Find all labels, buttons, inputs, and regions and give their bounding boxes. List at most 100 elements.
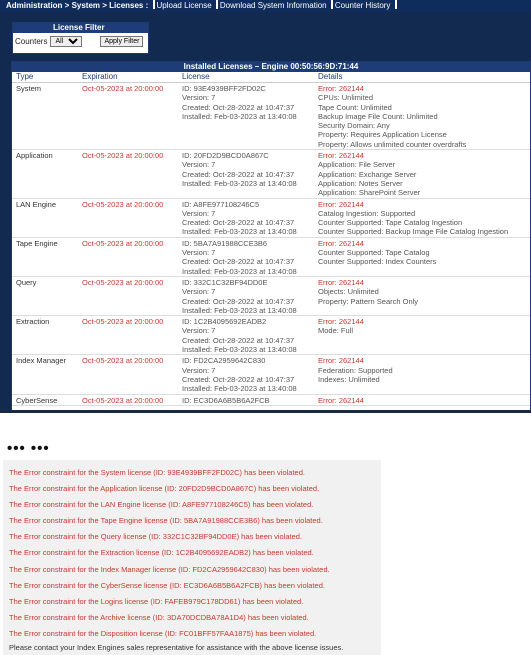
license-detail-line: Objects: Unlimited [318, 287, 379, 297]
license-expiration: Oct-05-2023 at 20:00:00 [82, 277, 164, 287]
license-info-line: Version: 7 [182, 287, 216, 297]
license-row: Tape Engine Oct-05-2023 at 20:00:00 ID: 5B… [12, 238, 530, 277]
license-info-line: Version: 7 [182, 208, 216, 218]
license-row: Application Oct-05-2023 at 20:00:00 ID: 20… [12, 150, 530, 199]
license-detail-line: Property: Requires Application License [318, 130, 447, 140]
nav-separator [152, 0, 155, 9]
license-detail-line: Counter Supported: Tape Catalog Ingestio… [318, 218, 463, 228]
violation-message: The Error constraint for the Logins lice… [9, 596, 304, 606]
license-detail-line: Property: Pattern Search Only [318, 296, 419, 306]
license-violation-messages: The Error constraint for the System lice… [3, 460, 381, 655]
license-info: ID: 93E4939BFF2FD02C Version: 7 Created: O… [182, 84, 318, 149]
license-type: Index Manager [16, 356, 67, 366]
license-info-line: ID: EC3D6A6B5B6A2FCB [182, 395, 270, 405]
license-detail-line: Security Domain: Any [318, 121, 390, 131]
license-info: ID: 332C1C32BF94DD0E Version: 7 Created: O… [182, 278, 318, 315]
upload-license-link[interactable]: Upload License [157, 1, 212, 10]
license-info-line: Created: Oct-28-2022 at 10:47:37 [182, 374, 295, 384]
license-error-code: Error: 262144 [318, 317, 364, 327]
license-details: Error: 262144 Application: File Server App… [318, 151, 530, 197]
license-info-line: ID: 332C1C32BF94DD0E [182, 277, 268, 287]
license-info-line: Version: 7 [182, 365, 216, 375]
license-row: Query Oct-05-2023 at 20:00:00 ID: 332C1C32… [12, 277, 530, 317]
license-detail-line: Counter Supported: Backup Image File Cat… [318, 227, 509, 237]
license-info: ID: 1C2B4095692EADB2 Version: 7 Created: O… [182, 317, 318, 354]
license-detail-line: Application: SharePoint Server [318, 188, 421, 198]
license-detail-line: Counter Supported: Index Counters [318, 257, 437, 267]
license-info: ID: 5BA7A91988CCE3B6 Version: 7 Created: O… [182, 239, 318, 276]
license-detail-line: Property: Allows unlimited counter overd… [318, 139, 467, 149]
license-row: System Oct-05-2023 at 20:00:00 ID: 93E4939… [12, 83, 530, 151]
license-info-line: Version: 7 [182, 326, 216, 336]
violation-message: The Error constraint for the Extraction … [9, 548, 314, 558]
column-license: License [182, 72, 210, 81]
license-info-line: Installed: Feb-03-2023 at 13:40:08 [182, 384, 297, 394]
apply-filter-button[interactable]: Apply Filter [100, 36, 144, 47]
license-error-code: Error: 262144 [318, 238, 364, 248]
license-info-line: Created: Oct-28-2022 at 10:47:37 [182, 257, 295, 267]
license-type: Query [16, 277, 37, 287]
column-expiration: Expiration [82, 72, 118, 81]
top-nav-bar: Administration > System > Licenses : Upl… [0, 0, 531, 12]
license-info-line: Installed: Feb-03-2023 at 13:40:08 [182, 178, 297, 188]
violation-message: The Error constraint for the Disposition… [9, 628, 317, 638]
violation-message: The Error constraint for the CyberSense … [9, 580, 325, 590]
license-row: LAN Engine Oct-05-2023 at 20:00:00 ID: A8F… [12, 199, 530, 238]
license-details: Error: 262144 Objects: Unlimited Property:… [318, 278, 530, 315]
license-error-code: Error: 262144 [318, 84, 364, 93]
license-info-line: ID: 20FD2D9BCD0A867C [182, 151, 269, 161]
license-info-line: Installed: Feb-03-2023 at 13:40:08 [182, 227, 297, 237]
violation-message: The Error constraint for the Archive lic… [9, 612, 309, 622]
license-info-line: ID: FD2CA2959642C830 [182, 356, 266, 366]
violation-message: The Error constraint for the LAN Engine … [9, 500, 314, 510]
download-system-information-link[interactable]: Download System Information [220, 1, 327, 10]
counter-history-link[interactable]: Counter History [335, 1, 391, 10]
license-detail-line: Application: Exchange Server [318, 169, 417, 179]
license-detail-line: Backup Image File Count: Unlimited [318, 111, 438, 121]
column-type: Type [16, 72, 34, 81]
license-type: CyberSense [16, 395, 58, 405]
license-info-line: Installed: Feb-03-2023 at 13:40:08 [182, 345, 297, 355]
license-details: Error: 262144 CPUs: Unlimited Tape Count: … [318, 84, 530, 149]
license-info-line: Created: Oct-28-2022 at 10:47:37 [182, 102, 295, 112]
license-expiration: Oct-05-2023 at 20:00:00 [82, 84, 164, 93]
license-detail-line: Catalog Ingestion: Supported [318, 208, 416, 218]
license-error-code: Error: 262144 [318, 199, 364, 209]
license-filter-box: License Filter Counters All Apply Filter [12, 22, 149, 54]
license-details: Error: 262144 [318, 396, 530, 405]
license-error-code: Error: 262144 [318, 277, 364, 287]
license-info-line: Version: 7 [182, 160, 216, 170]
license-detail-line: Tape Count: Unlimited [318, 102, 392, 112]
violation-message: The Error constraint for the Tape Engine… [9, 516, 323, 526]
license-type: LAN Engine [16, 199, 57, 209]
license-detail-line: CPUs: Unlimited [318, 93, 374, 103]
license-expiration: Oct-05-2023 at 20:00:00 [82, 199, 164, 209]
license-info-line: Installed: Feb-03-2023 at 13:40:08 [182, 305, 297, 315]
license-detail-line: Mode: Full [318, 326, 354, 336]
violation-message: The Error constraint for the Query licen… [9, 532, 303, 542]
violation-message: The Error constraint for the System lice… [9, 468, 305, 477]
license-info: ID: EC3D6A6B5B6A2FCB [182, 396, 318, 405]
license-info: ID: 20FD2D9BCD0A867C Version: 7 Created: O… [182, 151, 318, 197]
nav-separator [215, 0, 218, 9]
message-list: The Error constraint for the System lice… [3, 465, 381, 642]
license-expiration: Oct-05-2023 at 20:00:00 [82, 317, 164, 327]
license-info: ID: FD2CA2959642C830 Version: 7 Created: O… [182, 356, 318, 393]
license-info: ID: A8FE977108246C5 Version: 7 Created: Oc… [182, 200, 318, 237]
column-details: Details [318, 72, 343, 81]
license-info-line: Created: Oct-28-2022 at 10:47:37 [182, 335, 295, 345]
license-expiration: Oct-05-2023 at 20:00:00 [82, 238, 164, 248]
license-info-line: Installed: Feb-03-2023 at 13:40:08 [182, 111, 297, 121]
license-table-header: Type Expiration License Details [12, 72, 530, 83]
license-info-line: Installed: Feb-03-2023 at 13:40:08 [182, 266, 297, 276]
screen-bottom-edge [0, 410, 531, 413]
license-row: Extraction Oct-05-2023 at 20:00:00 ID: 1C2… [12, 316, 530, 356]
license-info-line: ID: 1C2B4095692EADB2 [182, 317, 267, 327]
counters-select[interactable]: All [50, 36, 83, 47]
license-row: CyberSense Oct-05-2023 at 20:00:00 ID: EC3… [12, 395, 530, 406]
violation-message: The Error constraint for the Application… [9, 484, 320, 494]
license-info-line: Version: 7 [182, 93, 216, 103]
license-type: System [16, 84, 42, 93]
license-info-line: Created: Oct-28-2022 at 10:47:37 [182, 169, 295, 179]
license-filter-title: License Filter [13, 23, 148, 33]
